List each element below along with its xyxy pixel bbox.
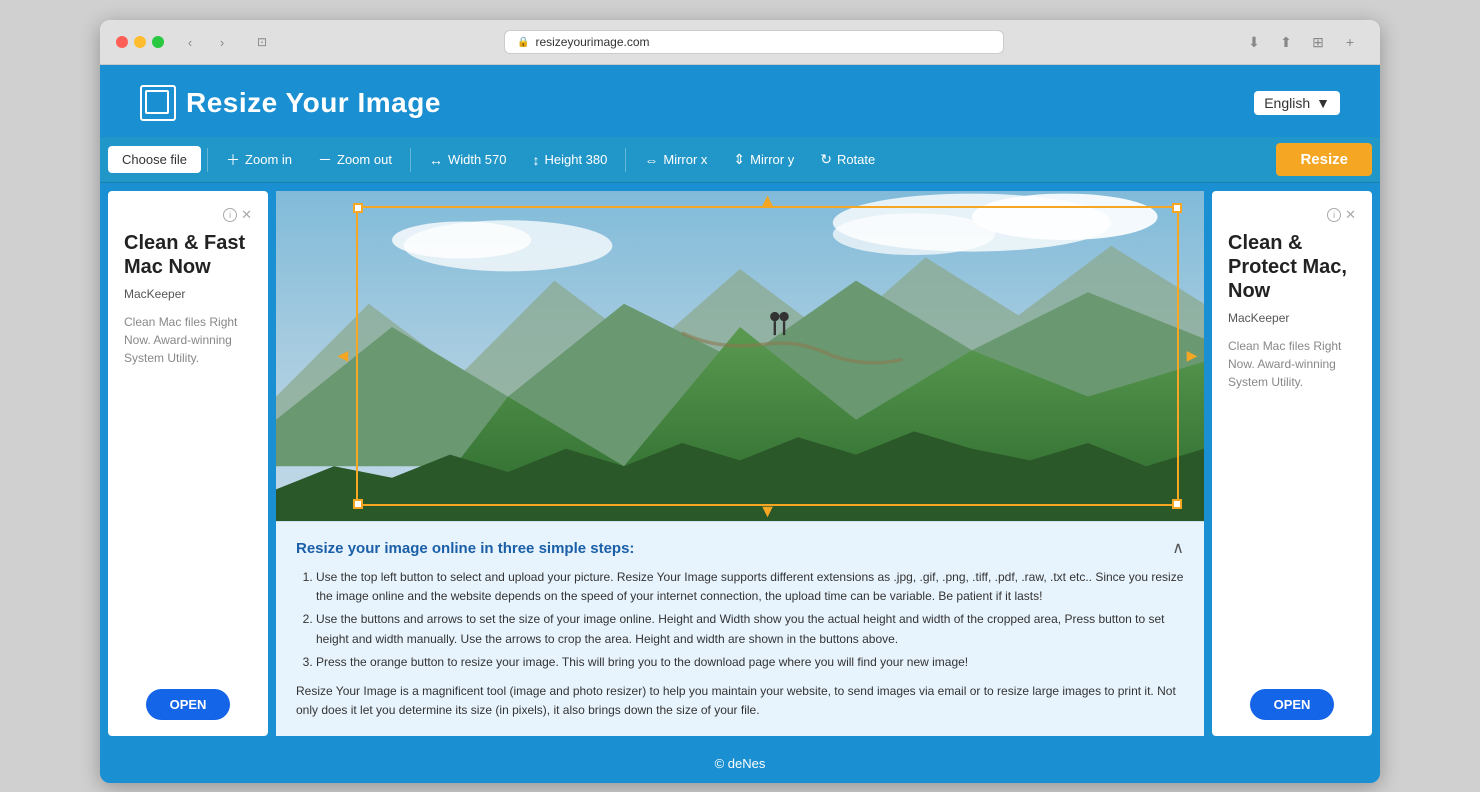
left-ad-open-button[interactable]: OPEN bbox=[146, 689, 231, 720]
image-container[interactable]: ▲ ▼ ◄ ► bbox=[276, 191, 1204, 521]
minimize-button[interactable] bbox=[134, 36, 146, 48]
sidebar-toggle[interactable]: ⊡ bbox=[248, 32, 276, 52]
close-icon[interactable]: ✕ bbox=[241, 207, 252, 223]
instructions-steps: Use the top left button to select and up… bbox=[296, 568, 1184, 672]
copyright-text: © deNes bbox=[715, 756, 766, 771]
crop-arrow-left[interactable]: ◄ bbox=[334, 346, 352, 367]
instructions-title: Resize your image online in three simple… bbox=[296, 540, 634, 557]
site-header: Resize Your Image English ▼ bbox=[100, 65, 1380, 137]
language-selector[interactable]: English ▼ bbox=[1254, 91, 1340, 115]
right-ad-title: Clean & Protect Mac, Now bbox=[1228, 231, 1356, 303]
rotate-button[interactable]: ↻ Rotate bbox=[808, 145, 887, 174]
toolbar: Choose file ＋ Zoom in － Zoom out ↔ Width… bbox=[100, 137, 1380, 183]
collapse-button[interactable]: ∧ bbox=[1172, 538, 1184, 558]
main-area: i ✕ Clean & Fast Mac Now MacKeeper Clean… bbox=[100, 183, 1380, 744]
share-button[interactable]: ⬆ bbox=[1272, 32, 1300, 52]
zoom-out-icon: － bbox=[318, 150, 332, 170]
maximize-button[interactable] bbox=[152, 36, 164, 48]
add-button[interactable]: + bbox=[1336, 32, 1364, 52]
separator bbox=[207, 148, 208, 172]
logo-icon bbox=[140, 85, 176, 121]
ad-info-bar-right: i ✕ bbox=[1228, 207, 1356, 223]
logo-text: Resize Your Image bbox=[186, 87, 441, 119]
language-label: English bbox=[1264, 95, 1310, 111]
forward-button[interactable]: › bbox=[208, 32, 236, 52]
left-ad-brand: MacKeeper bbox=[124, 287, 252, 301]
editor-area: ▲ ▼ ◄ ► Resize your image online in thre… bbox=[276, 191, 1204, 736]
crop-overlay[interactable]: ▲ ▼ ◄ ► bbox=[276, 191, 1204, 521]
website: Resize Your Image English ▼ Choose file … bbox=[100, 65, 1380, 783]
traffic-lights bbox=[116, 36, 164, 48]
left-ad-panel: i ✕ Clean & Fast Mac Now MacKeeper Clean… bbox=[108, 191, 268, 736]
instructions-panel: Resize your image online in three simple… bbox=[276, 521, 1204, 736]
crop-handle-tr[interactable] bbox=[1172, 203, 1182, 213]
chevron-down-icon: ▼ bbox=[1316, 95, 1330, 111]
instructions-description: Resize Your Image is a magnificent tool … bbox=[296, 682, 1184, 720]
zoom-out-button[interactable]: － Zoom out bbox=[306, 144, 404, 176]
zoom-in-button[interactable]: ＋ Zoom in bbox=[214, 144, 304, 176]
step-2: Use the buttons and arrows to set the si… bbox=[316, 610, 1184, 648]
right-ad-brand: MacKeeper bbox=[1228, 311, 1356, 325]
left-ad-description: Clean Mac files Right Now. Award-winning… bbox=[124, 313, 252, 673]
right-ad-panel: i ✕ Clean & Protect Mac, Now MacKeeper C… bbox=[1212, 191, 1372, 736]
url-bar[interactable]: 🔒 resizeyourimage.com bbox=[504, 30, 1004, 54]
download-button[interactable]: ⬇ bbox=[1240, 32, 1268, 52]
lock-icon: 🔒 bbox=[517, 37, 529, 48]
separator bbox=[625, 148, 626, 172]
instructions-header: Resize your image online in three simple… bbox=[296, 538, 1184, 558]
mirror-y-icon: ⇕ bbox=[733, 151, 745, 168]
close-icon-right[interactable]: ✕ bbox=[1345, 207, 1356, 223]
back-button[interactable]: ‹ bbox=[176, 32, 204, 52]
crop-handle-br[interactable] bbox=[1172, 499, 1182, 509]
crop-box[interactable]: ▲ ▼ ◄ ► bbox=[356, 206, 1179, 506]
step-1: Use the top left button to select and up… bbox=[316, 568, 1184, 606]
mirror-y-button[interactable]: ⇕ Mirror y bbox=[721, 145, 806, 174]
info-icon-right[interactable]: i bbox=[1327, 208, 1341, 222]
choose-file-button[interactable]: Choose file bbox=[108, 146, 201, 173]
browser-titlebar: ‹ › ⊡ 🔒 resizeyourimage.com ⬇ ⬆ ⊞ + bbox=[100, 20, 1380, 65]
nav-buttons: ‹ › bbox=[176, 32, 236, 52]
mirror-x-icon: ⇔ bbox=[644, 152, 658, 168]
resize-button[interactable]: Resize bbox=[1276, 143, 1372, 176]
crop-arrow-bottom[interactable]: ▼ bbox=[759, 501, 777, 521]
crop-arrow-top[interactable]: ▲ bbox=[759, 191, 777, 211]
height-button[interactable]: ↕ Height 380 bbox=[520, 146, 619, 174]
zoom-in-icon: ＋ bbox=[226, 150, 240, 170]
crop-arrow-right[interactable]: ► bbox=[1183, 346, 1201, 367]
close-button[interactable] bbox=[116, 36, 128, 48]
height-icon: ↕ bbox=[532, 152, 539, 168]
step-3: Press the orange button to resize your i… bbox=[316, 653, 1184, 672]
separator bbox=[410, 148, 411, 172]
crop-handle-bl[interactable] bbox=[353, 499, 363, 509]
browser-window: ‹ › ⊡ 🔒 resizeyourimage.com ⬇ ⬆ ⊞ + Resi… bbox=[100, 20, 1380, 783]
width-icon: ↔ bbox=[429, 152, 443, 168]
site-logo: Resize Your Image bbox=[140, 85, 441, 121]
left-ad-title: Clean & Fast Mac Now bbox=[124, 231, 252, 279]
info-icon[interactable]: i bbox=[223, 208, 237, 222]
url-text: resizeyourimage.com bbox=[535, 35, 649, 49]
rotate-icon: ↻ bbox=[820, 151, 832, 168]
ad-info-bar: i ✕ bbox=[124, 207, 252, 223]
width-button[interactable]: ↔ Width 570 bbox=[417, 146, 519, 174]
mirror-x-button[interactable]: ⇔ Mirror x bbox=[632, 146, 719, 174]
right-ad-open-button[interactable]: OPEN bbox=[1250, 689, 1335, 720]
new-tab-button[interactable]: ⊞ bbox=[1304, 32, 1332, 52]
site-footer: © deNes bbox=[100, 744, 1380, 783]
crop-handle-tl[interactable] bbox=[353, 203, 363, 213]
right-ad-description: Clean Mac files Right Now. Award-winning… bbox=[1228, 337, 1356, 673]
